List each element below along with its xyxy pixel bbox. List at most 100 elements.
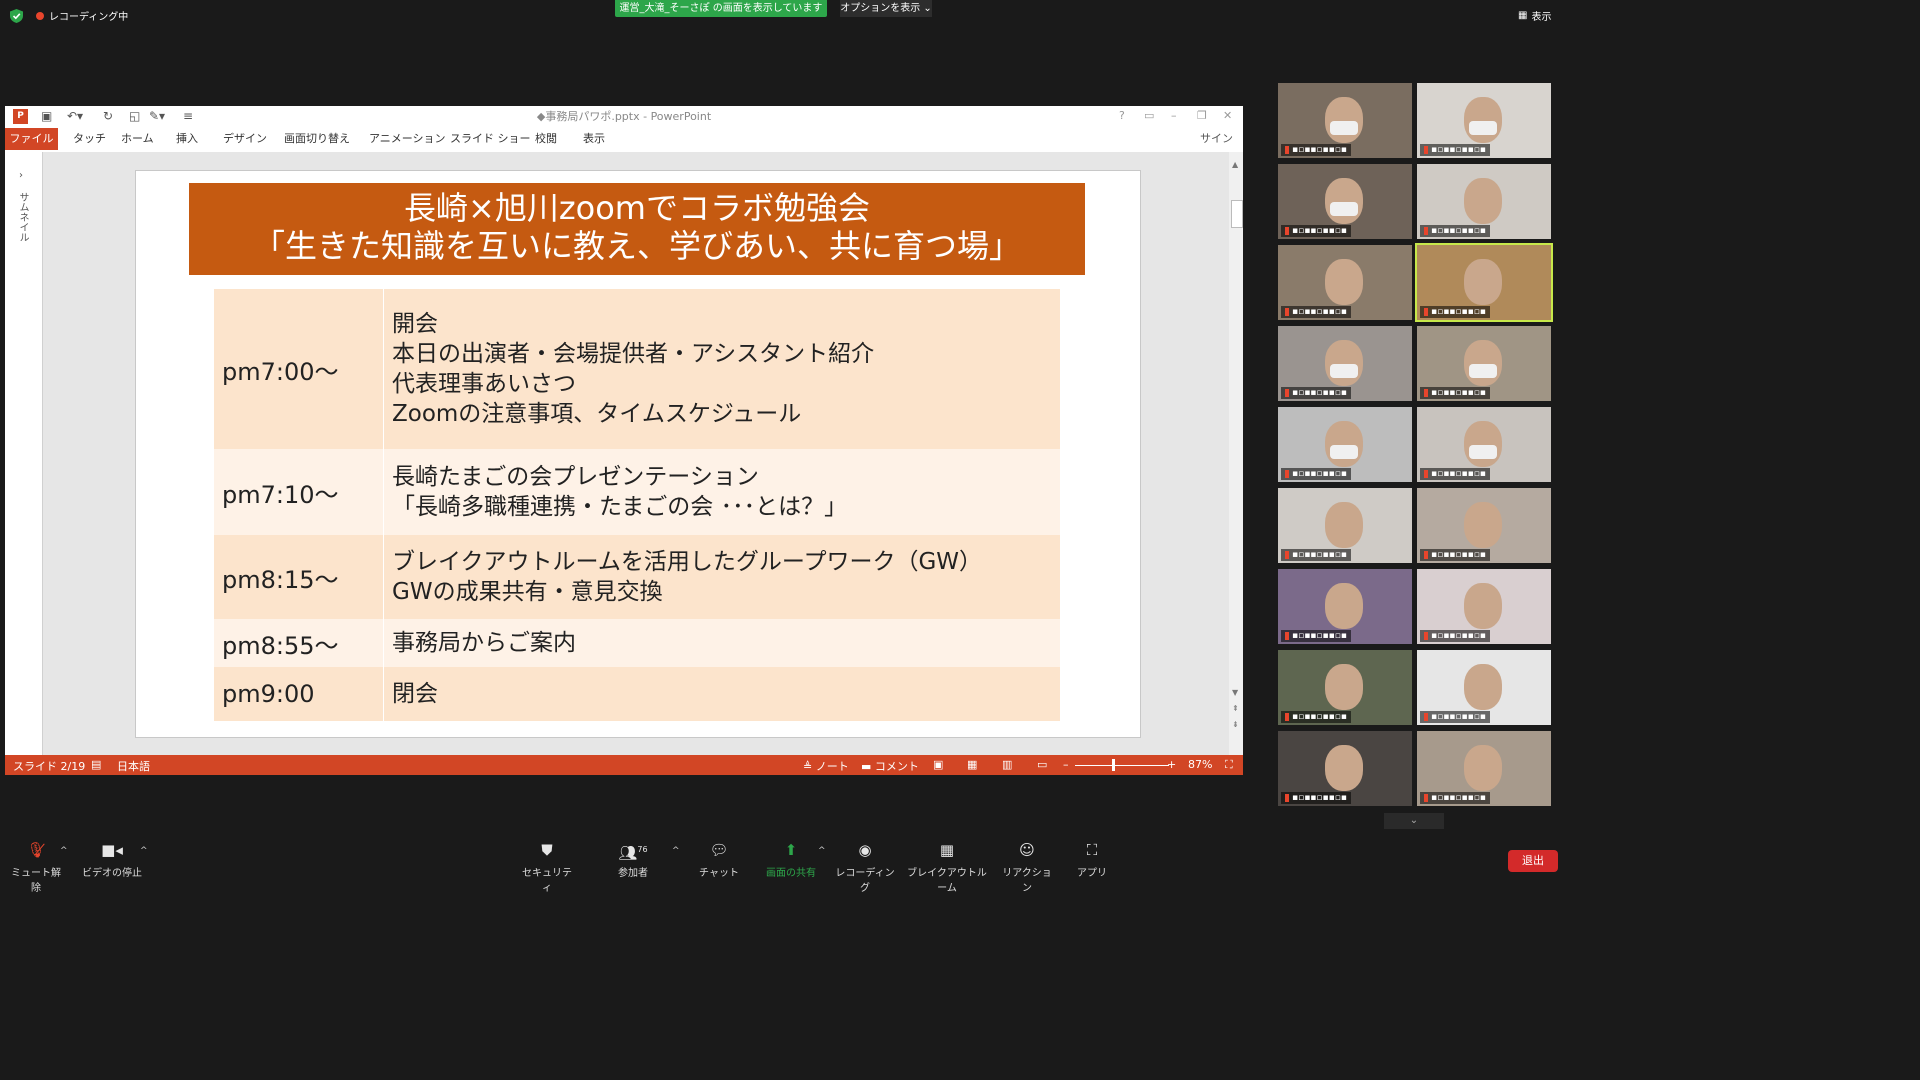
zoom-in-icon[interactable]: + [1167,758,1176,771]
participant-name-label: ▪▫▪▪▫▪▪▫▪ [1420,144,1490,156]
reactions-button[interactable]: ☺ リアクション [998,840,1056,894]
tab-touch[interactable]: タッチ [73,128,106,150]
video-options-caret[interactable]: ^ [140,846,148,856]
participant-name-label: ▪▫▪▪▫▪▪▫▪ [1420,468,1490,480]
comments-button[interactable]: ▬ コメント [861,758,919,774]
signin-link[interactable]: サインイン [1200,128,1243,167]
participant-face [1325,97,1363,143]
maximize-icon[interactable]: ❐ [1197,109,1207,122]
language-indicator[interactable]: 日本語 [117,758,150,774]
share-screen-button[interactable]: ⬆ 画面の共有 [760,840,822,879]
muted-mic-icon [1285,145,1289,154]
zoom-slider-thumb[interactable] [1112,759,1115,771]
slide-scrollbar[interactable]: ▲ ▼ ⇞ ⇟ [1229,152,1243,755]
help-icon[interactable]: ? [1119,109,1125,122]
participant-tile[interactable]: ▪▫▪▪▫▪▪▫▪ [1278,83,1412,158]
reading-view-icon[interactable]: ▥ [1002,758,1012,771]
next-slide-icon[interactable]: ⇟ [1232,720,1239,729]
tab-design[interactable]: デザイン [223,128,267,150]
close-icon[interactable]: ✕ [1223,109,1232,122]
scroll-up-icon[interactable]: ▲ [1232,160,1238,169]
participant-tile[interactable]: ▪▫▪▪▫▪▪▫▪ [1417,164,1551,239]
fit-to-window-icon[interactable]: ⛶ [1225,758,1233,772]
customize-qat-icon[interactable]: ≡ [183,109,193,123]
zoom-level[interactable]: 87% [1188,758,1212,771]
ribbon-display-icon[interactable]: ▭ [1144,109,1154,122]
participant-tile[interactable]: ▪▫▪▪▫▪▪▫▪ [1417,488,1551,563]
participant-face [1464,745,1502,791]
participant-tile[interactable]: ▪▫▪▪▫▪▪▫▪ [1417,569,1551,644]
participant-tile[interactable]: ▪▫▪▪▫▪▪▫▪ [1278,650,1412,725]
participant-tile[interactable]: ▪▫▪▪▫▪▪▫▪ [1417,83,1551,158]
tab-animations[interactable]: アニメーション [369,128,446,150]
participant-name-label: ▪▫▪▪▫▪▪▫▪ [1281,792,1351,804]
participant-name-redacted: ▪▫▪▪▫▪▪▫▪ [1292,712,1347,722]
slide-sorter-icon[interactable]: ▦ [967,758,977,771]
slideshow-view-icon[interactable]: ▭ [1037,758,1047,771]
undo-icon[interactable]: ↶▾ [67,109,83,123]
participant-tile[interactable]: ▪▫▪▪▫▪▪▫▪ [1278,245,1412,320]
stop-video-button[interactable]: ■◂ ビデオの停止 [80,840,144,879]
shield-icon[interactable] [10,9,23,23]
prev-slide-icon[interactable]: ⇞ [1232,704,1239,713]
recording-indicator[interactable]: レコーディング中 [36,8,128,23]
slide-canvas[interactable]: 長崎×旭川zoomでコラボ勉強会 「生きた知識を互いに教え、学びあい、共に育つ場… [135,170,1141,738]
face-mask [1330,121,1358,135]
participant-tile[interactable]: ▪▫▪▪▫▪▪▫▪ [1417,407,1551,482]
face-mask [1330,202,1358,216]
participant-tile[interactable]: ▪▫▪▪▫▪▪▫▪ [1278,731,1412,806]
chat-button[interactable]: 💬︎ チャット [696,840,742,879]
chevron-right-icon[interactable]: › [19,170,23,181]
schedule-row: pm7:00～ 開会 本日の出演者・会場提供者・アシスタント紹介 代表理事あいさ… [214,289,1060,449]
thumbnail-panel[interactable]: › サムネイル [5,152,43,755]
tab-slideshow[interactable]: スライド ショー [450,128,531,150]
slideshow-from-start-icon[interactable]: ◱ [129,109,140,123]
participant-name-redacted: ▪▫▪▪▫▪▪▫▪ [1431,793,1486,803]
participant-tile[interactable]: ▪▫▪▪▫▪▪▫▪ [1417,731,1551,806]
tab-transitions[interactable]: 画面切り替え [284,128,350,150]
apps-button[interactable]: ⛶ アプリ [1070,840,1114,879]
leave-meeting-button[interactable]: 退出 [1508,850,1558,872]
security-button[interactable]: ⛊ セキュリティ [518,840,576,894]
muted-mic-icon [1424,550,1428,559]
participant-tile[interactable]: ▪▫▪▪▫▪▪▫▪ [1417,650,1551,725]
schedule-items: 事務局からご案内 [384,619,1060,667]
participant-tile[interactable]: ▪▫▪▪▫▪▪▫▪ [1278,488,1412,563]
notes-button[interactable]: ≜ ノート [803,758,849,774]
tab-insert[interactable]: 挿入 [176,128,198,150]
participant-face [1325,259,1363,305]
tab-file[interactable]: ファイル [5,128,58,150]
participant-tile[interactable]: ▪▫▪▪▫▪▪▫▪ [1417,326,1551,401]
gallery-view-button[interactable]: ▦ 表示 [1518,8,1551,23]
scroll-thumb[interactable] [1231,200,1243,228]
participants-button[interactable]: 👥︎76 参加者 [608,840,658,879]
normal-view-icon[interactable]: ▣ [933,758,943,771]
slide-number[interactable]: スライド 2/19 [13,758,85,774]
scroll-down-icon[interactable]: ▼ [1232,688,1238,697]
audio-options-caret[interactable]: ^ [60,846,68,856]
participants-options-caret[interactable]: ^ [672,846,680,856]
zoom-out-icon[interactable]: – [1063,758,1069,771]
zoom-slider-track[interactable] [1075,765,1169,766]
minimize-icon[interactable]: – [1171,109,1177,122]
save-icon[interactable]: ▣ [41,109,52,123]
tab-home[interactable]: ホーム [121,128,154,150]
unmute-button[interactable]: 🎙︎̸ ミュート解除 [8,840,64,894]
participant-name-label: ▪▫▪▪▫▪▪▫▪ [1281,387,1351,399]
participant-tile[interactable]: ▪▫▪▪▫▪▪▫▪ [1278,326,1412,401]
spellcheck-icon[interactable]: ▤ [91,758,101,771]
tab-view[interactable]: 表示 [583,128,605,150]
touch-mode-icon[interactable]: ✎▾ [149,109,165,123]
breakout-rooms-button[interactable]: ▦ ブレイクアウトルーム [904,840,990,894]
participant-tile[interactable]: ▪▫▪▪▫▪▪▫▪ [1278,407,1412,482]
participant-tile[interactable]: ▪▫▪▪▫▪▪▫▪ [1278,164,1412,239]
gallery-next-page[interactable]: ⌄ [1384,813,1444,829]
view-options-button[interactable]: オプションを表示 ⌄ [840,0,932,17]
tab-review[interactable]: 校閲 [535,128,557,150]
participant-tile[interactable]: ▪▫▪▪▫▪▪▫▪ [1278,569,1412,644]
share-options-caret[interactable]: ^ [818,846,826,856]
record-button[interactable]: ◉ レコーディング [834,840,896,894]
schedule-item: 代表理事あいさつ [392,371,576,397]
redo-icon[interactable]: ↻ [103,109,113,123]
participant-tile[interactable]: ▪▫▪▪▫▪▪▫▪ [1415,243,1553,322]
